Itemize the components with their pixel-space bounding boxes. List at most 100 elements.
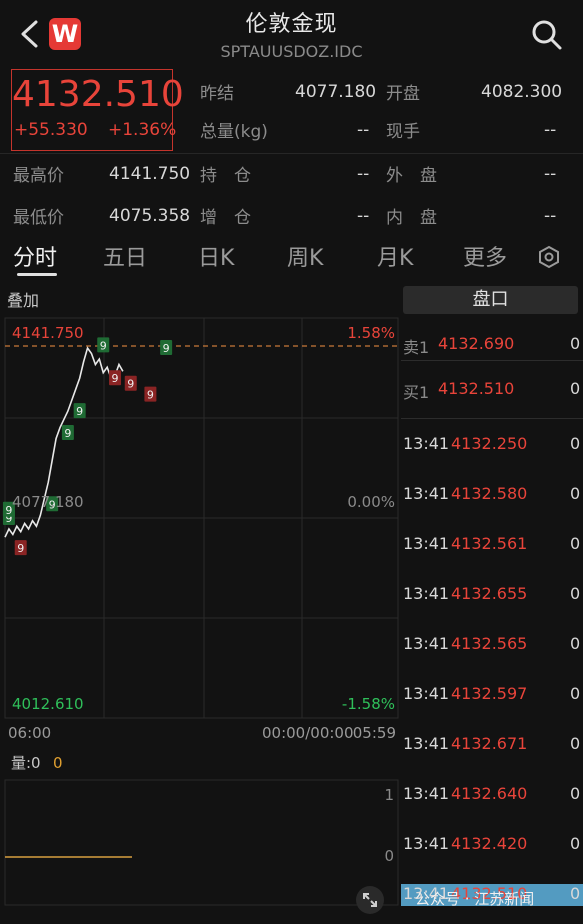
td-marker: 9 [160, 340, 173, 356]
settings-icon[interactable] [537, 245, 561, 269]
buy-1-volume: 0 [570, 379, 581, 398]
trade-volume: 0 [570, 684, 581, 703]
tab-more[interactable]: 更多 [463, 240, 507, 272]
volume-frame [4, 779, 399, 906]
low-label: 最低价 [13, 208, 64, 228]
tab-monthly-k[interactable]: 月K [377, 240, 413, 272]
td-marker-label: 9 [127, 378, 134, 391]
chart-top-pct: 1.58% [347, 324, 395, 342]
td-marker: 9 [14, 540, 27, 556]
td-marker: 9 [97, 337, 110, 353]
trade-volume: 0 [570, 734, 581, 753]
volume-label: 量:0 [11, 754, 41, 772]
total-volume-value: -- [357, 120, 370, 140]
trade-time: 13:41 [403, 734, 450, 753]
tab-intraday[interactable]: 分时 [13, 240, 57, 272]
overlay-label[interactable]: 叠加 [7, 291, 39, 310]
trade-price: 4132.655 [451, 584, 528, 603]
sell-1-price: 4132.690 [438, 334, 515, 353]
increase-value: -- [357, 206, 370, 226]
trade-time: 13:41 [403, 834, 450, 853]
volume-axis-bottom: 0 [384, 847, 394, 865]
total-volume-label: 总量(kg) [200, 122, 268, 142]
trade-volume: 0 [570, 784, 581, 803]
open-value: 4082.300 [481, 82, 563, 102]
trade-time: 13:41 [403, 484, 450, 503]
increase-label: 增 仓 [200, 208, 251, 228]
trade-price: 4132.597 [451, 684, 528, 703]
prev-close-value: 4077.180 [295, 82, 377, 102]
time-end-label: 05:59 [353, 724, 396, 742]
position-label: 持 仓 [200, 166, 251, 186]
trade-volume: 0 [570, 584, 581, 603]
td-marker-label: 9 [100, 339, 107, 352]
page-title: 伦敦金现 [245, 12, 338, 37]
price-change: +55.330 [14, 120, 88, 140]
sell-1-volume: 0 [570, 334, 581, 353]
time-mid-label: 00:00/00:00 [262, 724, 354, 742]
trade-volume: 0 [570, 484, 581, 503]
inner-volume-label: 内 盘 [386, 208, 437, 228]
high-value: 4141.750 [109, 164, 191, 184]
td-marker-label: 9 [64, 427, 71, 440]
volume-axis-top: 1 [384, 786, 394, 804]
inner-volume-value: -- [544, 206, 557, 226]
trade-price: 4132.250 [451, 434, 528, 453]
volume-value: 0 [53, 754, 63, 772]
prev-close-label: 昨结 [200, 84, 234, 104]
low-value: 4075.358 [109, 206, 191, 226]
trade-time: 13:41 [403, 634, 450, 653]
tab-five-day[interactable]: 五日 [103, 240, 147, 272]
trade-volume: 0 [570, 634, 581, 653]
td-marker-label: 9 [163, 342, 170, 355]
trade-price: 4132.420 [451, 834, 528, 853]
td-marker: 9 [144, 386, 157, 402]
td-marker-label: 9 [17, 542, 24, 555]
watermark: 公众号 · 江苏新闻 [415, 890, 535, 908]
price-change-percent: +1.36% [108, 120, 177, 140]
order-book-tab[interactable]: 盘口 [403, 286, 578, 314]
high-label: 最高价 [13, 166, 64, 186]
current-volume-value: -- [544, 120, 557, 140]
trade-price: 4132.640 [451, 784, 528, 803]
td-marker-label: 9 [76, 405, 83, 418]
trade-time: 13:41 [403, 434, 450, 453]
chart-bottom-pct: -1.58% [342, 695, 395, 713]
td-marker: 9 [124, 375, 137, 391]
buy-1-price: 4132.510 [438, 379, 515, 398]
tab-weekly-k[interactable]: 周K [287, 240, 323, 272]
divider [401, 360, 583, 361]
last-price: 4132.510 [12, 74, 184, 115]
td-marker: 9 [109, 370, 122, 386]
intraday-chart[interactable]: 99999999 999 叠加 4141.750 1.58% 4077.180 0… [0, 288, 400, 924]
td-marker: 9 [73, 403, 86, 419]
time-start-label: 06:00 [8, 724, 51, 742]
buy-1-label: 买1 [403, 383, 430, 402]
trade-price: 4132.580 [451, 484, 528, 503]
chart-bottom-price: 4012.610 [12, 695, 84, 713]
active-tab-indicator [17, 273, 57, 276]
trade-price: 4132.561 [451, 534, 528, 553]
trade-volume: 0 [570, 534, 581, 553]
trade-time: 13:41 [403, 584, 450, 603]
trade-time: 13:41 [403, 534, 450, 553]
outer-volume-label: 外 盘 [386, 166, 437, 186]
open-label: 开盘 [386, 84, 420, 104]
td-marker-label: 9 [147, 389, 154, 402]
symbol-code: SPTAUUSDOZ.IDC [220, 42, 363, 61]
chart-mid-pct: 0.00% [347, 493, 395, 511]
trade-time: 13:41 [403, 684, 450, 703]
tab-daily-k[interactable]: 日K [198, 240, 234, 272]
td-marker-label: 9 [112, 372, 119, 385]
trade-price: 4132.565 [451, 634, 528, 653]
trade-volume: 0 [570, 834, 581, 853]
divider [0, 153, 583, 154]
chart-mid-price: 4077.180 [12, 493, 84, 511]
expand-icon[interactable] [356, 886, 384, 914]
search-icon[interactable] [530, 18, 564, 52]
trade-time: 13:41 [403, 784, 450, 803]
sell-1-label: 卖1 [403, 338, 430, 357]
current-volume-label: 现手 [386, 122, 420, 142]
trade-volume: 0 [570, 884, 581, 903]
outer-volume-value: -- [544, 164, 557, 184]
